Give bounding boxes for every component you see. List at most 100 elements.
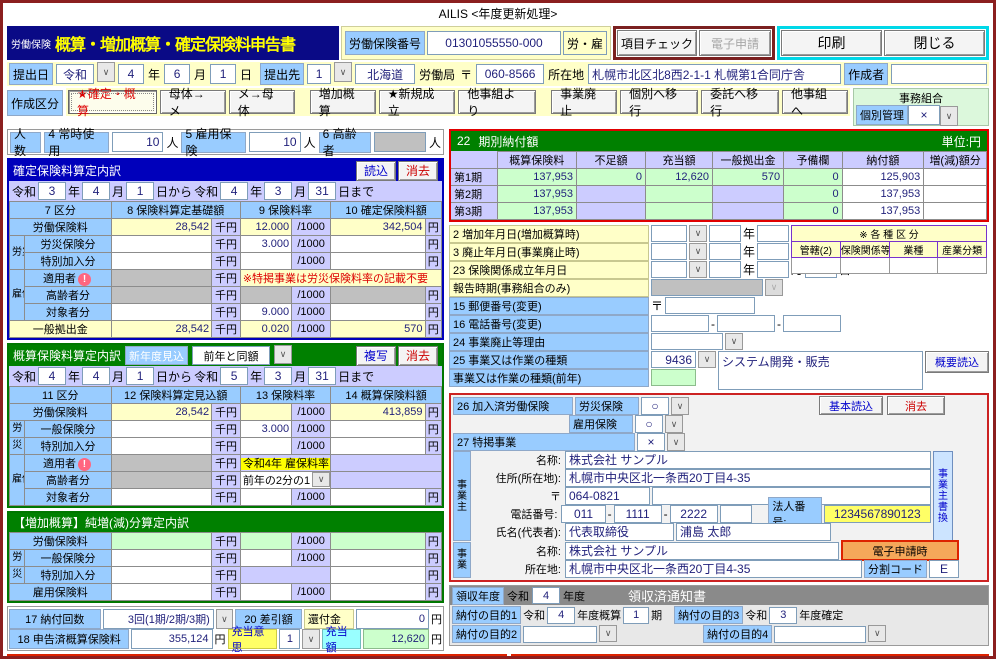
business-kind-code[interactable]: 9436 (651, 351, 696, 368)
purpose3-year[interactable]: 3 (769, 606, 798, 624)
basic-load-button[interactable]: 基本読込 (819, 396, 883, 415)
rate-cell[interactable]: 9.000 (239, 303, 293, 321)
purpose4-select[interactable] (774, 625, 867, 643)
amount-cell[interactable] (330, 583, 426, 601)
establish-era-select[interactable] (651, 261, 687, 278)
increase-era-select[interactable] (651, 225, 687, 242)
cell[interactable]: 137,953 (841, 185, 925, 203)
amount-cell[interactable]: 570 (330, 320, 426, 338)
establish-month[interactable] (757, 261, 790, 278)
half-select-cell[interactable]: 前年の2分の1 (239, 471, 332, 489)
business-kind-text[interactable]: システム開発・販売 (718, 351, 923, 390)
submit-month-input[interactable]: 6 (164, 64, 191, 84)
rate-cell[interactable]: 3.000 (239, 420, 293, 438)
abolish-year[interactable] (709, 243, 741, 260)
settled-month-from[interactable]: 4 (82, 182, 111, 200)
dest-no-select[interactable]: 1 (307, 64, 332, 84)
base-cell[interactable] (110, 252, 213, 270)
rate-cell[interactable] (239, 549, 293, 567)
postal-change-input[interactable] (665, 297, 756, 314)
estimate-year-from[interactable]: 4 (38, 367, 67, 385)
category-to-individual-button[interactable]: 個別へ移行 (620, 87, 699, 118)
cell[interactable]: 125,903 (841, 168, 925, 186)
purpose4-dropdown-icon[interactable] (868, 625, 887, 642)
base-cell[interactable] (110, 532, 213, 550)
base-cell[interactable]: 28,542 (110, 218, 213, 236)
category-abolish-button[interactable]: 事業廃止 (551, 87, 618, 118)
close-button[interactable]: 閉じる (884, 30, 985, 56)
tel-change-2[interactable] (717, 315, 775, 332)
settled-year-from[interactable]: 3 (38, 182, 67, 200)
rate-cell[interactable] (239, 583, 293, 601)
settled-day-from[interactable]: 1 (126, 182, 155, 200)
estimate-clear-button[interactable]: 消去 (397, 345, 438, 366)
base-cell[interactable] (110, 566, 213, 584)
cell[interactable]: 137,953 (841, 202, 925, 220)
base-cell[interactable] (110, 583, 213, 601)
rate-cell[interactable] (239, 437, 293, 455)
rate-cell[interactable] (239, 532, 293, 550)
estimate-month-to[interactable]: 3 (264, 367, 293, 385)
settled-month-to[interactable]: 3 (264, 182, 293, 200)
denshi-shinsei-button[interactable]: 電子申請時 (841, 540, 959, 561)
amount-cell[interactable] (330, 437, 426, 455)
rousai-dropdown-icon[interactable] (671, 397, 689, 415)
estimate-day-to[interactable]: 31 (308, 367, 337, 385)
tel-change-1[interactable] (651, 315, 709, 332)
base-cell[interactable] (110, 235, 213, 253)
estimate-copy-button[interactable]: 複写 (355, 345, 396, 366)
dest-name-value[interactable]: 北海道 (355, 64, 416, 84)
koyou-dropdown-icon[interactable] (665, 415, 683, 433)
cell[interactable] (923, 168, 987, 186)
overview-load-button[interactable]: 概要読込 (925, 351, 989, 373)
rate-cell[interactable] (239, 403, 293, 421)
business-name-input[interactable]: 株式会社 サンプル (565, 541, 839, 560)
increase-year[interactable] (709, 225, 741, 242)
count-employment-input[interactable]: 10 (248, 132, 301, 152)
base-cell[interactable] (110, 488, 213, 506)
abolish-month[interactable] (757, 243, 790, 260)
estimate-month-from[interactable]: 4 (82, 367, 111, 385)
category-me-botai-button[interactable]: メ→母体 (228, 87, 295, 118)
settled-load-button[interactable]: 読込 (355, 160, 396, 181)
kubun-cell[interactable] (791, 257, 841, 274)
base-cell[interactable] (110, 420, 213, 438)
dest-dropdown-icon[interactable] (334, 62, 353, 82)
estimate-day-from[interactable]: 1 (126, 367, 155, 385)
establish-year[interactable] (709, 261, 741, 278)
print-button[interactable]: 印刷 (781, 30, 883, 56)
bunkatsu-input[interactable]: E (929, 559, 959, 578)
base-cell[interactable] (110, 437, 213, 455)
rate-cell[interactable] (239, 488, 293, 506)
purpose1-year[interactable]: 4 (547, 606, 576, 624)
category-from-other-button[interactable]: 他事組より (458, 87, 537, 118)
kobetsu-kanri-dropdown-icon[interactable] (940, 106, 958, 126)
apply-intent-select[interactable]: 1 (279, 628, 301, 649)
rate-cell[interactable]: 12.000 (239, 218, 293, 236)
abolish-era-select[interactable] (651, 243, 687, 260)
half-dropdown-icon[interactable] (312, 472, 330, 487)
increase-month[interactable] (757, 225, 790, 242)
base-cell[interactable] (110, 549, 213, 567)
category-settled-estimate-button[interactable]: ★確定・概算 (68, 87, 157, 118)
koyou-select[interactable]: ○ (635, 414, 663, 433)
estimate-year-to[interactable]: 5 (220, 367, 249, 385)
category-to-entrust-button[interactable]: 委託へ移行 (701, 87, 780, 118)
submit-day-input[interactable]: 1 (210, 64, 237, 84)
submit-era-dropdown-icon[interactable] (97, 62, 116, 82)
rate-cell[interactable] (239, 252, 293, 270)
rate-cell[interactable]: 0.020 (239, 320, 293, 338)
settled-day-to[interactable]: 31 (308, 182, 337, 200)
count-regular-input[interactable]: 10 (111, 132, 164, 152)
receipt-year-input[interactable]: 4 (532, 587, 560, 604)
category-botai-me-button[interactable]: 母体→メ (159, 87, 226, 118)
rousai-select[interactable]: ○ (641, 396, 669, 415)
owner-rewrite-button[interactable]: 事業主書換 (933, 451, 953, 541)
item-check-button[interactable]: 項目チェック (617, 30, 698, 56)
submit-era-select[interactable]: 令和 (56, 64, 95, 84)
payment-count-dropdown-icon[interactable] (215, 609, 234, 629)
purpose2-select[interactable] (523, 625, 598, 643)
base-cell[interactable]: 28,542 (110, 320, 213, 338)
amount-cell[interactable] (330, 252, 426, 270)
abolish-era-dropdown-icon[interactable] (689, 243, 707, 260)
